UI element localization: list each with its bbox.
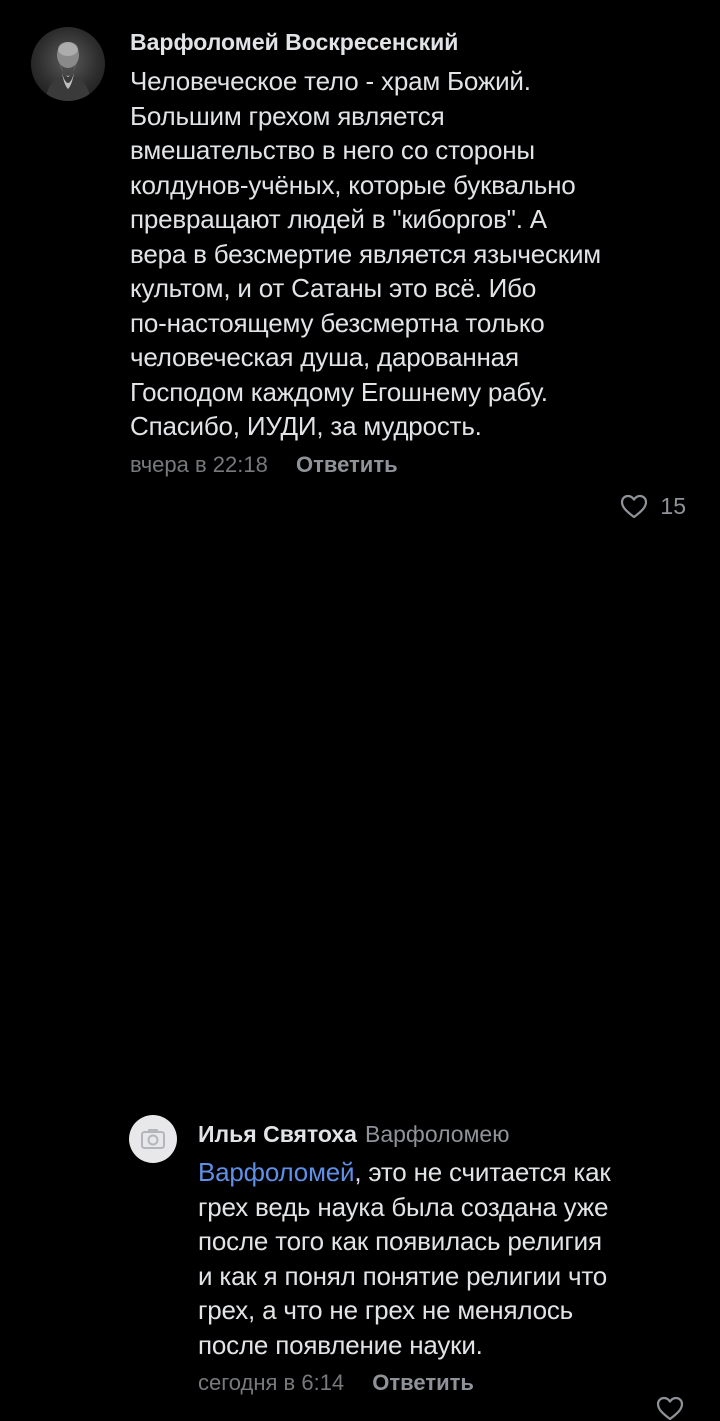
comment-line: после появление науки. [198,1329,483,1360]
comment-text: Варфоломей, это не считается как грех ве… [198,1155,698,1362]
comment-meta: сегодня в 6:14 Ответить [198,1368,698,1398]
comment-line: человеческая душа, дарованная [130,342,519,372]
like-count: 15 [660,493,686,519]
avatar[interactable] [31,27,105,101]
comment-line: вмешательство в него со стороны [130,135,535,165]
reply-to-user[interactable]: Варфоломею [365,1121,509,1147]
comment-body: Илья Святоха Варфоломею Варфоломей, это н… [198,1118,698,1398]
heart-icon [621,494,648,519]
comment-line: Человеческое тело - храм Божий. [130,66,531,96]
comment-line: Большим грехом является [130,100,445,131]
comment-line: вера в безсмертие является языческим [130,238,601,269]
elder-portrait-avatar [45,42,91,101]
comment-header: Илья Святоха Варфоломею [198,1118,698,1150]
comment-line: культом, и от Сатаны это всё. Ибо [130,273,537,303]
comment-text: Человеческое тело - храм Божий. Большим … [130,64,700,444]
comment-time: вчера в 22:18 [130,451,268,477]
comment-line: Спасибо, ИУДИ, за мудрость. [130,411,482,441]
comment-body: Варфоломей Воскресенский Человеческое те… [130,26,700,480]
avatar[interactable] [129,1115,177,1163]
mention-link[interactable]: Варфоломей [198,1157,355,1187]
comment-reply: Илья Святоха Варфоломею Варфоломей, это н… [0,552,720,1421]
comment-line: и как я понял понятие религии что [198,1260,608,1291]
comment-meta: вчера в 22:18 Ответить [130,450,700,480]
comment-line: колдунов-учёных, которые буквально [130,169,576,200]
comment-line: превращают людей в "киборгов". А [130,204,547,234]
comment-line: Господом каждому Егошнему рабу. [130,376,548,407]
comment-author[interactable]: Варфоломей Воскресенский [130,26,700,58]
comment-line: по-настоящему безсмертна только [130,307,545,338]
comment-line: Варфоломей, это не считается как [198,1155,698,1190]
camera-placeholder-icon [141,1129,165,1149]
like-button[interactable] [656,1396,684,1421]
reply-button[interactable]: Ответить [296,452,398,477]
comment-author[interactable]: Илья Святоха [198,1121,357,1147]
comment-line: после того как появилась религия [198,1226,602,1256]
heart-icon [656,1396,684,1421]
like-button[interactable]: 15 [620,493,686,520]
reply-button[interactable]: Ответить [372,1370,474,1395]
comment: Варфоломей Воскресенский Человеческое те… [0,0,720,540]
comment-line: грех, а что не грех не менялось [198,1295,573,1325]
comment-time: сегодня в 6:14 [198,1370,345,1395]
comment-line-rest: , это не считается как [354,1157,611,1187]
comment-line: грех ведь наука была создана уже [198,1191,609,1222]
